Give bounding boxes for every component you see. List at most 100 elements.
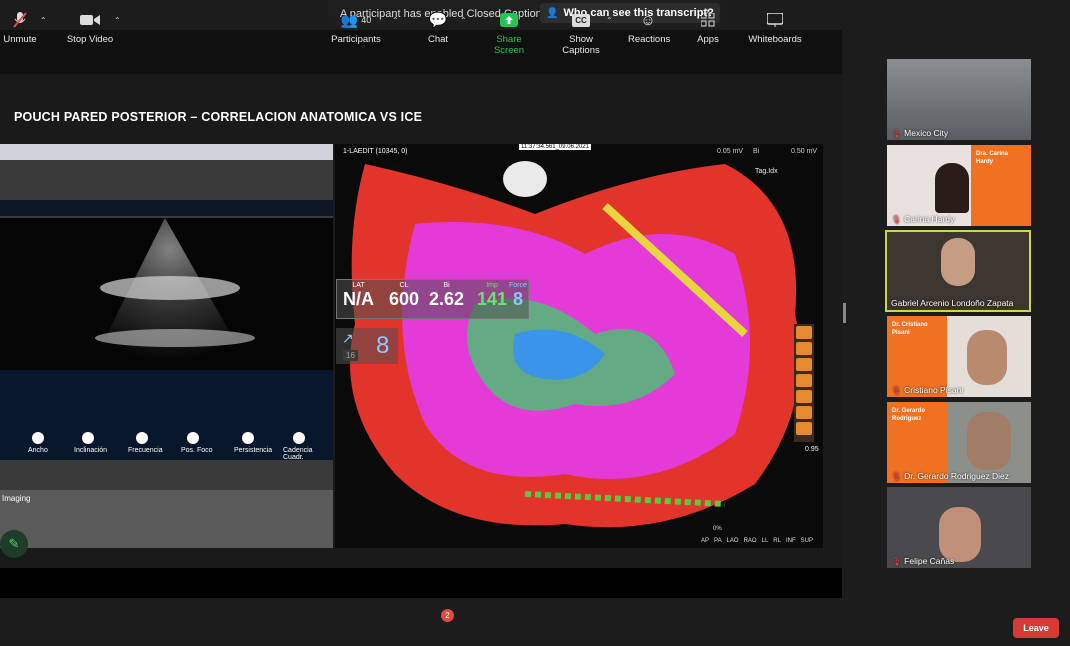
imp-label: Imp [486, 282, 498, 289]
ultrasound-image [0, 218, 333, 378]
cl-label: CL [399, 282, 409, 289]
chat-bubble-icon: 💬 [428, 12, 448, 29]
annotate-button[interactable]: ✎ [0, 530, 28, 558]
chat-button[interactable]: 💬 Chat [424, 10, 452, 45]
unmute-label: Unmute [3, 34, 37, 45]
control-label-5: Persistencia [234, 447, 273, 454]
view-rl[interactable]: RL [773, 538, 781, 544]
bi-value: 2.62 [429, 289, 465, 309]
participant-video [935, 163, 969, 213]
control-label-2: Inclinación [74, 447, 108, 454]
catheter-stats-panel: LAT N/A CL 600 Bi 2.62 Imp 141 Force 8 [336, 279, 529, 319]
force-stat: Force 8 [509, 282, 527, 310]
mic-muted-icon: 🎙 [891, 385, 902, 395]
view-ap[interactable]: AP [701, 538, 709, 544]
reactions-label: Reactions [628, 34, 671, 45]
view-rao[interactable]: RAO [744, 538, 757, 544]
participant-tile-mexico-city[interactable]: 🎙 Mexico City [887, 59, 1031, 140]
reactions-button[interactable]: ☺ Reactions [628, 10, 671, 46]
view-lao[interactable]: LAO [727, 538, 739, 544]
share-screen-button[interactable]: Share Screen [480, 10, 538, 56]
participant-name: Gabriel Arcenio Londoño Zapata [891, 298, 1013, 308]
force-value: 8 [512, 289, 523, 309]
participant-name-text: Felipe Cañas [904, 556, 955, 566]
lat-stat: LAT N/A [343, 282, 374, 310]
participant-name-text: Gabriel Arcenio Londoño Zapata [891, 298, 1014, 308]
imaging-label: Imaging [2, 494, 31, 503]
participants-count: 40 [361, 15, 372, 25]
smiley-plus-icon: ☺ [640, 11, 656, 29]
map-tool-6[interactable] [796, 406, 812, 419]
force-indicator: ↗ 8 [336, 328, 398, 364]
participants-label: Participants [331, 34, 381, 45]
participant-name: 🎙 Dr. Gerardo Rodriguez Diez [891, 471, 1009, 481]
mic-muted-icon: 🎙 [891, 471, 902, 481]
captions-options-caret[interactable]: ⌃ [606, 16, 613, 25]
ultrasound-toolbar [0, 144, 333, 160]
whiteboards-button[interactable]: Whiteboards [748, 10, 802, 45]
share-screen-arrow-icon [500, 12, 518, 27]
view-pa[interactable]: PA [714, 538, 722, 544]
participant-tile-felipe-canas[interactable]: 🎙 Felipe Cañas [887, 487, 1031, 568]
control-label-3: Frecuencia [128, 447, 163, 454]
ultrasound-sector-graphic [90, 218, 255, 378]
participants-options-caret[interactable]: ⌃ [392, 16, 399, 25]
gallery-resize-handle[interactable] [843, 303, 846, 323]
shared-screen: POUCH PARED POSTERIOR – CORRELACION ANAT… [0, 30, 842, 598]
arrow-icon: ↗ [342, 330, 354, 346]
card-surname: Pisani [892, 330, 910, 336]
participant-tile-cristiano-pisani[interactable]: Dr. Cristiano Pisani 🎙 Cristiano Pisani [887, 316, 1031, 397]
map-tool-5[interactable] [796, 390, 812, 403]
map-tool-2[interactable] [796, 342, 812, 355]
ultrasound-controls: Ancho Inclinación Frecuencia Pos. Foco P… [0, 370, 333, 461]
map-tool-3[interactable] [796, 358, 812, 371]
bi-stat: Bi 2.62 [429, 282, 464, 310]
name-card: Dra. Carina Hardy [971, 145, 1031, 226]
map-tool-7[interactable] [796, 422, 812, 435]
cc-icon: CC [572, 13, 590, 27]
participant-video [939, 507, 981, 562]
participant-tile-carina-hardy[interactable]: Dra. Carina Hardy 🎙 Carina Hardy [887, 145, 1031, 226]
chat-options-caret[interactable]: ⌃ [460, 16, 467, 25]
whiteboards-label: Whiteboards [748, 34, 802, 45]
scale-mode-label: Bi [753, 148, 760, 155]
tag-index-label: Tag.Idx [755, 168, 778, 175]
ultrasound-header [0, 200, 333, 216]
bi-label: Bi [443, 282, 450, 289]
view-ll[interactable]: LL [762, 538, 769, 544]
mic-muted-icon: 🎙 [891, 214, 902, 224]
apps-button[interactable]: Apps [696, 10, 720, 45]
voltage-map-graphic [335, 144, 823, 548]
map-tool-1[interactable] [796, 326, 812, 339]
lat-label: LAT [352, 282, 365, 289]
participants-icon: 👥 [340, 11, 359, 28]
view-sup[interactable]: SUP [801, 538, 813, 544]
imp-stat: Imp 141 [477, 282, 507, 310]
stop-video-button[interactable]: Stop Video [64, 10, 116, 45]
participant-name: 🎙 Cristiano Pisani [891, 385, 963, 395]
card-title: Dra. Carina [976, 151, 1009, 157]
presentation-slide: POUCH PARED POSTERIOR – CORRELACION ANAT… [0, 74, 842, 568]
show-captions-button[interactable]: CC Show Captions [550, 10, 612, 56]
mic-muted-icon: 🎙 [891, 556, 902, 566]
participant-name: 🎙 Felipe Cañas [891, 556, 954, 566]
video-options-caret[interactable]: ⌃ [114, 16, 121, 25]
lat-value: N/A [343, 289, 374, 309]
participant-name: 🎙 Carina Hardy [891, 214, 954, 224]
map-timestamp: 11:37:34.561_09.06.2021 [519, 144, 591, 150]
card-surname: Rodriguez [892, 416, 922, 422]
leave-button[interactable]: Leave [1013, 618, 1059, 638]
participant-tile-gabriel-active-speaker[interactable]: Gabriel Arcenio Londoño Zapata [885, 230, 1031, 312]
card-title: Dr. Gerardo [892, 408, 926, 414]
view-inf[interactable]: INF [786, 538, 796, 544]
audio-options-caret[interactable]: ⌃ [40, 16, 47, 25]
share-screen-label: Share Screen [493, 34, 525, 56]
participant-video [941, 238, 975, 286]
participants-button[interactable]: 👥 40 Participants [330, 10, 382, 46]
zoom-label: 0% [713, 526, 722, 532]
apps-grid-icon [701, 13, 715, 27]
map-tool-4[interactable] [796, 374, 812, 387]
whiteboard-icon [767, 13, 783, 27]
participant-tile-gerardo-rodriguez[interactable]: Dr. Gerardo Rodriguez 🎙 Dr. Gerardo Rodri… [887, 402, 1031, 483]
unmute-button[interactable]: Unmute [2, 10, 38, 45]
